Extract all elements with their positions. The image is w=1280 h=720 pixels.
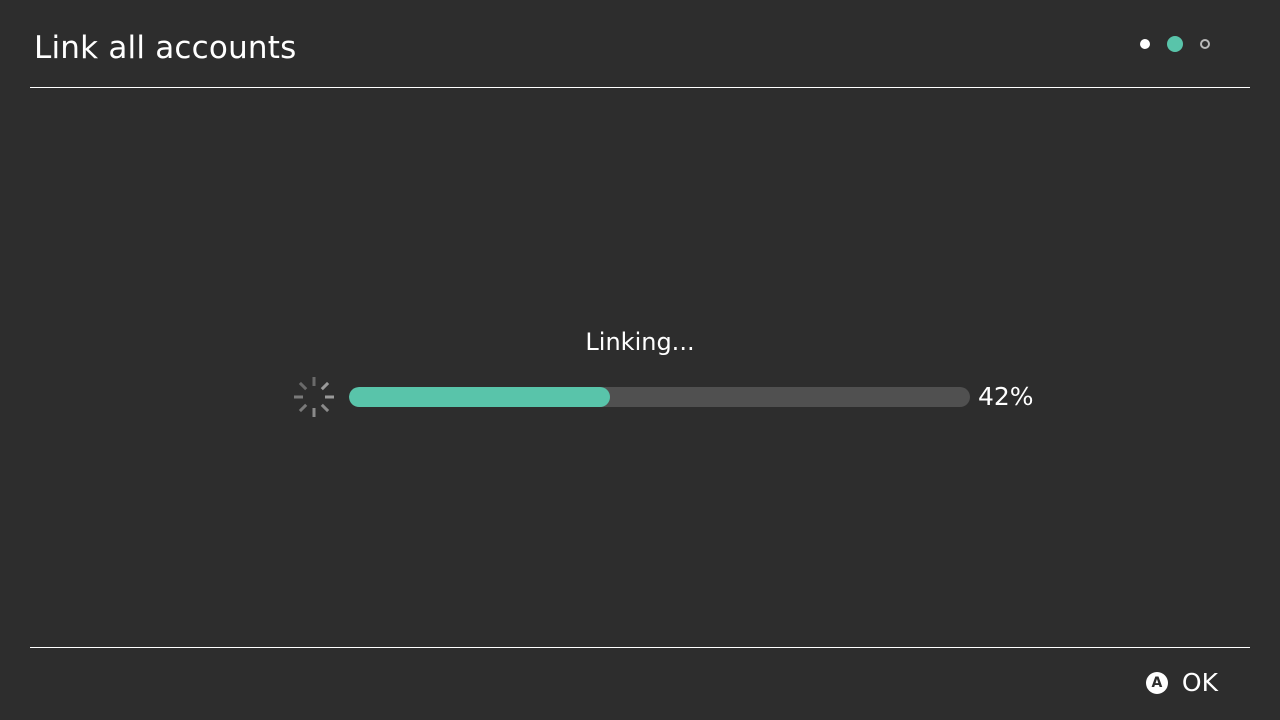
progress-bar	[349, 387, 970, 407]
link-accounts-screen: Link all accounts Linking... 42% A OK	[0, 0, 1280, 720]
progress-bar-fill	[349, 387, 610, 407]
page-title: Link all accounts	[34, 30, 297, 66]
step-dot-upcoming	[1200, 39, 1210, 49]
step-dot-current	[1167, 36, 1183, 52]
footer-divider	[30, 647, 1250, 648]
loading-spinner-icon	[294, 377, 334, 417]
header-divider	[30, 87, 1250, 88]
linking-status-text: Linking...	[585, 328, 695, 356]
a-button-icon: A	[1145, 672, 1168, 694]
ok-label: OK	[1181, 668, 1218, 697]
step-dot-completed	[1140, 39, 1150, 49]
ok-button[interactable]: A OK	[1145, 666, 1218, 700]
step-indicator	[1136, 34, 1216, 54]
progress-percent: 42%	[978, 382, 1034, 411]
